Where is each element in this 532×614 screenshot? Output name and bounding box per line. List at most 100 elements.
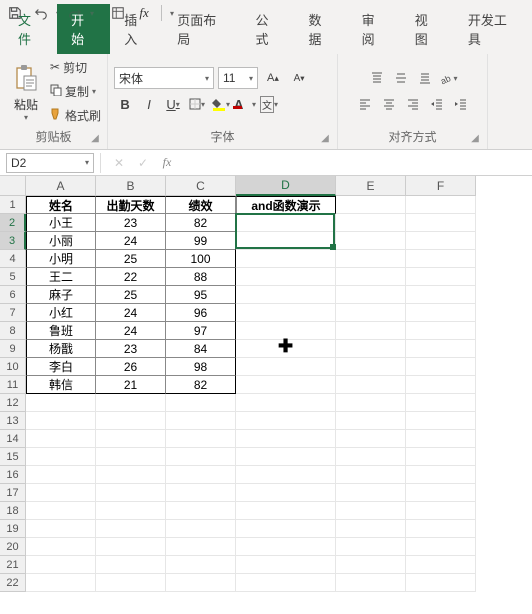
cell[interactable] xyxy=(236,268,336,286)
cell[interactable]: 98 xyxy=(166,358,236,376)
row-header[interactable]: 2 xyxy=(0,214,26,232)
cell[interactable] xyxy=(406,574,476,592)
cell[interactable] xyxy=(236,502,336,520)
align-left-icon[interactable] xyxy=(354,93,376,115)
col-header-A[interactable]: A xyxy=(26,176,96,196)
cell[interactable] xyxy=(336,556,406,574)
row-header[interactable]: 6 xyxy=(0,286,26,304)
cell[interactable] xyxy=(96,412,166,430)
cell[interactable] xyxy=(96,520,166,538)
cell[interactable]: 95 xyxy=(166,286,236,304)
align-center-icon[interactable] xyxy=(378,93,400,115)
cell[interactable] xyxy=(406,466,476,484)
cell[interactable] xyxy=(406,484,476,502)
align-middle-icon[interactable] xyxy=(390,67,412,89)
cell[interactable] xyxy=(336,466,406,484)
col-header-E[interactable]: E xyxy=(336,176,406,196)
cell[interactable] xyxy=(166,538,236,556)
col-header-D[interactable]: D xyxy=(236,176,336,196)
cell[interactable]: 出勤天数 xyxy=(96,196,166,214)
cell[interactable]: 100 xyxy=(166,250,236,268)
tab-review[interactable]: 审阅 xyxy=(348,4,401,54)
cell[interactable] xyxy=(236,304,336,322)
cell[interactable] xyxy=(26,466,96,484)
cell[interactable]: 麻子 xyxy=(26,286,96,304)
row-header[interactable]: 18 xyxy=(0,502,26,520)
cell[interactable] xyxy=(96,466,166,484)
cell[interactable] xyxy=(406,376,476,394)
cell[interactable] xyxy=(236,286,336,304)
cell[interactable] xyxy=(336,448,406,466)
paste-button[interactable]: 粘贴 ▾ xyxy=(6,60,46,122)
border-button[interactable]: ▾ xyxy=(186,93,208,115)
row-header[interactable]: 1 xyxy=(0,196,26,214)
cell[interactable] xyxy=(336,394,406,412)
spreadsheet[interactable]: ABCDEF 123456789101112131415161718192021… xyxy=(0,176,532,614)
cell[interactable] xyxy=(336,412,406,430)
cell[interactable] xyxy=(236,466,336,484)
cell[interactable] xyxy=(166,466,236,484)
cell[interactable] xyxy=(236,412,336,430)
cell[interactable] xyxy=(236,232,336,250)
cell[interactable] xyxy=(336,484,406,502)
cell[interactable] xyxy=(96,448,166,466)
row-header[interactable]: 13 xyxy=(0,412,26,430)
cell[interactable] xyxy=(96,484,166,502)
font-name-select[interactable]: 宋体▾ xyxy=(114,67,214,89)
cell[interactable] xyxy=(336,196,406,214)
cell[interactable] xyxy=(336,304,406,322)
font-size-select[interactable]: 11▾ xyxy=(218,67,258,89)
bold-button[interactable]: B xyxy=(114,93,136,115)
row-header[interactable]: 9 xyxy=(0,340,26,358)
cell[interactable] xyxy=(96,502,166,520)
cell[interactable]: 小丽 xyxy=(26,232,96,250)
cells-grid[interactable]: 姓名出勤天数绩效and函数演示小王2382小丽2499小明25100王二2288… xyxy=(26,196,476,592)
cell[interactable] xyxy=(236,574,336,592)
cell[interactable] xyxy=(336,268,406,286)
cell[interactable] xyxy=(166,484,236,502)
cell[interactable] xyxy=(406,340,476,358)
cell[interactable]: 杨戬 xyxy=(26,340,96,358)
cell[interactable]: and函数演示 xyxy=(236,196,336,214)
cell[interactable] xyxy=(336,520,406,538)
row-header[interactable]: 15 xyxy=(0,448,26,466)
clipboard-launcher[interactable]: ◢ xyxy=(89,133,101,145)
cell[interactable] xyxy=(166,430,236,448)
column-headers[interactable]: ABCDEF xyxy=(26,176,476,196)
cell[interactable] xyxy=(26,394,96,412)
cut-button[interactable]: ✂剪切 xyxy=(50,56,101,78)
cell[interactable] xyxy=(26,484,96,502)
cell[interactable] xyxy=(236,322,336,340)
cell[interactable] xyxy=(336,286,406,304)
row-header[interactable]: 16 xyxy=(0,466,26,484)
cell[interactable]: 97 xyxy=(166,322,236,340)
row-header[interactable]: 12 xyxy=(0,394,26,412)
cell[interactable] xyxy=(26,448,96,466)
cell[interactable] xyxy=(236,520,336,538)
select-all-corner[interactable] xyxy=(0,176,26,196)
cell[interactable]: 24 xyxy=(96,322,166,340)
cell[interactable] xyxy=(166,412,236,430)
col-header-B[interactable]: B xyxy=(96,176,166,196)
cell[interactable]: 王二 xyxy=(26,268,96,286)
font-launcher[interactable]: ◢ xyxy=(319,133,331,145)
fx-button[interactable]: fx xyxy=(155,151,179,175)
tab-file[interactable]: 文件 xyxy=(4,4,57,54)
cell[interactable] xyxy=(236,214,336,232)
cell[interactable] xyxy=(336,358,406,376)
cell[interactable] xyxy=(406,502,476,520)
cell[interactable] xyxy=(336,322,406,340)
row-header[interactable]: 7 xyxy=(0,304,26,322)
cell[interactable] xyxy=(26,538,96,556)
cell[interactable] xyxy=(166,448,236,466)
cell[interactable] xyxy=(336,214,406,232)
cell[interactable]: 96 xyxy=(166,304,236,322)
cell[interactable]: 26 xyxy=(96,358,166,376)
tab-insert[interactable]: 插入 xyxy=(110,4,163,54)
cell[interactable]: 82 xyxy=(166,214,236,232)
row-headers[interactable]: 12345678910111213141516171819202122 xyxy=(0,196,26,592)
cell[interactable] xyxy=(406,250,476,268)
tab-dev[interactable]: 开发工具 xyxy=(454,4,532,54)
cell[interactable] xyxy=(96,538,166,556)
cell[interactable]: 25 xyxy=(96,286,166,304)
